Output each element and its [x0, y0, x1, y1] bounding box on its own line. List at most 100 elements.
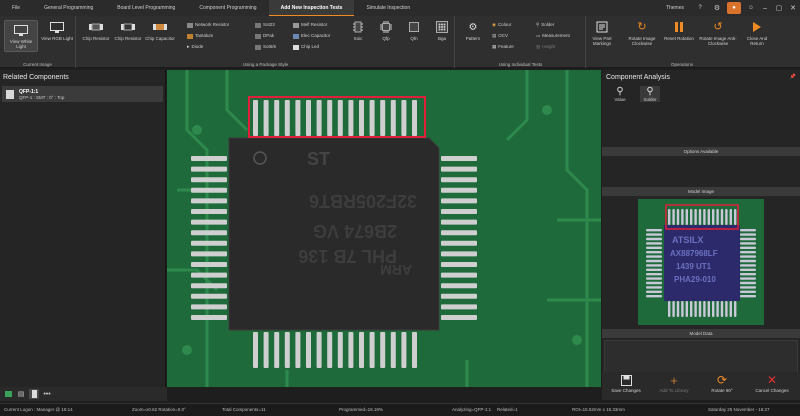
- gear-icon: ⚙: [713, 5, 721, 12]
- view-white-light-button[interactable]: View White Light: [4, 20, 38, 52]
- feature-button[interactable]: ▦ Feature: [492, 43, 514, 51]
- list-view-button[interactable]: ▤: [16, 389, 26, 399]
- pattern-button[interactable]: ⚙ Pattern: [458, 20, 488, 41]
- help-button[interactable]: ?: [693, 2, 707, 14]
- qfp-button[interactable]: Qfp: [373, 20, 399, 41]
- diode-button[interactable]: ▸ Diode: [187, 43, 203, 51]
- pin: [725, 301, 728, 317]
- pin: [712, 301, 715, 317]
- board-icon: [4, 391, 12, 397]
- save-changes-button[interactable]: Save Changes: [602, 374, 650, 393]
- pcb-image-view[interactable]: ST PHL 7B 136 2B674 VG 32F205RBT6 ARM: [167, 70, 601, 387]
- pin: [698, 209, 702, 225]
- status-roi: ROI=15.52mm x 15.33mm: [572, 407, 625, 412]
- pin: [337, 332, 343, 368]
- close-window-button[interactable]: ✕: [786, 4, 800, 12]
- close-and-return-button[interactable]: Close And Return: [741, 20, 773, 46]
- pin: [316, 332, 322, 368]
- pin: [306, 332, 311, 368]
- pin: [263, 332, 269, 368]
- value-button[interactable]: ⚲ Value: [610, 86, 630, 102]
- maximize-button[interactable]: ▢: [772, 4, 786, 12]
- rotate-clockwise-button[interactable]: ↻ Rotate Image Clockwise: [623, 20, 661, 46]
- measurement-button[interactable]: ▭ Measurement: [536, 32, 570, 40]
- group-individual-tests: ⚙ Pattern ◉ Colour ▤ OCV ▦ Feature ⚲ Solder …: [456, 16, 586, 68]
- component-view-button[interactable]: [29, 389, 39, 399]
- rotate-anticlockwise-button[interactable]: ↺ Rotate Image Anti-Clockwise: [697, 20, 739, 46]
- pin: [716, 209, 719, 225]
- pin: [263, 100, 269, 136]
- ribbon: View White Light View RGB Light Current …: [0, 16, 800, 68]
- view-part-markings-button[interactable]: View Part Markings: [587, 20, 617, 46]
- chip-led-button[interactable]: Chip Led: [293, 43, 319, 51]
- add-to-library-button[interactable]: + Add To Library: [650, 372, 698, 394]
- sot23-button[interactable]: Sot23: [255, 21, 275, 29]
- component-analysis-panel: Component Analysis 📌 ⚲ Value ⚲ Solder Opt…: [602, 70, 800, 387]
- minimize-button[interactable]: –: [758, 5, 772, 12]
- pin: [191, 177, 227, 183]
- menu-bar: File General Programming Board Level Pro…: [0, 0, 800, 16]
- pin-icon[interactable]: 📌: [790, 74, 796, 81]
- dpak-icon: [255, 33, 261, 39]
- themes-menu[interactable]: Themes: [666, 5, 684, 11]
- melf-resistor-button[interactable]: Melf Resistor: [293, 21, 327, 29]
- chip-resistor-button[interactable]: Chip Resistor: [79, 20, 113, 41]
- tab-file[interactable]: File: [0, 0, 32, 16]
- pin: [646, 233, 662, 236]
- pin: [646, 264, 662, 267]
- bga-button[interactable]: Bga: [429, 20, 455, 41]
- related-components-panel: Related Components QFP-1:1 QFP-1 : SMT :…: [0, 70, 166, 387]
- board-view-button[interactable]: [3, 389, 13, 399]
- tantalum-button[interactable]: Tantalum: [187, 32, 213, 40]
- network-resistor-button[interactable]: Network Resistor: [187, 21, 229, 29]
- solder-analysis-button[interactable]: ⚲ Solder: [640, 86, 660, 102]
- plus-icon: +: [670, 372, 678, 388]
- dpak-button[interactable]: DPak: [255, 32, 274, 40]
- chip-capacitor-icon: [152, 20, 168, 34]
- qfn-button[interactable]: Qfn: [401, 20, 427, 41]
- settings-button[interactable]: ⚙: [710, 2, 724, 14]
- user-button[interactable]: ☺: [744, 2, 758, 14]
- colour-button[interactable]: ◉ Colour: [492, 21, 511, 29]
- elec-capacitor-button[interactable]: Elec Capacitor: [293, 32, 330, 40]
- more-button[interactable]: •••: [42, 389, 52, 399]
- pin: [369, 100, 375, 136]
- pin: [740, 264, 756, 267]
- pin: [740, 233, 756, 236]
- list-item[interactable]: QFP-1:1 QFP-1 : SMT : 0° : Top: [2, 86, 163, 102]
- chip-capacitor-button[interactable]: Chip Capacitor: [143, 20, 177, 41]
- tab-component-programming[interactable]: Component Programming: [187, 0, 268, 16]
- tab-add-new-inspection-tests[interactable]: Add New Inspection Tests: [268, 0, 355, 16]
- camera-button[interactable]: ●: [727, 2, 741, 14]
- height-button[interactable]: ▥ Height: [536, 43, 555, 51]
- tab-general-programming[interactable]: General Programming: [32, 0, 105, 16]
- tab-simulate-inspection[interactable]: Simulate Inspection: [354, 0, 422, 16]
- tab-board-level-programming[interactable]: Board Level Programming: [105, 0, 187, 16]
- pin: [720, 209, 724, 225]
- pin: [337, 100, 343, 136]
- pin: [369, 332, 375, 368]
- rotate-90-button[interactable]: ⟳ Rotate 90°: [698, 373, 746, 393]
- pin: [740, 273, 756, 276]
- pin: [740, 277, 756, 280]
- qfn-icon: [406, 20, 422, 34]
- pin: [740, 237, 756, 241]
- cancel-changes-button[interactable]: ✕ Cancel Changes: [748, 373, 796, 393]
- reset-rotation-button[interactable]: Reset Rotation: [663, 20, 695, 41]
- pin: [646, 268, 662, 271]
- pin: [740, 255, 756, 258]
- pin: [646, 255, 662, 258]
- pin: [694, 301, 697, 317]
- sot5-6-button[interactable]: Sot5/6: [255, 43, 276, 51]
- pin: [725, 209, 728, 225]
- pin: [348, 100, 354, 136]
- pin: [646, 295, 662, 298]
- ocv-button[interactable]: ▤ OCV: [492, 32, 508, 40]
- solder-button[interactable]: ⚲ Solder: [536, 21, 554, 29]
- chip-resistor-2-button[interactable]: Chip Resistor: [111, 20, 145, 41]
- pin: [390, 332, 396, 368]
- view-rgb-light-button[interactable]: View RGB Light: [40, 20, 74, 41]
- soic-button[interactable]: Soic: [345, 20, 371, 41]
- pin: [716, 301, 719, 317]
- pin: [672, 209, 675, 225]
